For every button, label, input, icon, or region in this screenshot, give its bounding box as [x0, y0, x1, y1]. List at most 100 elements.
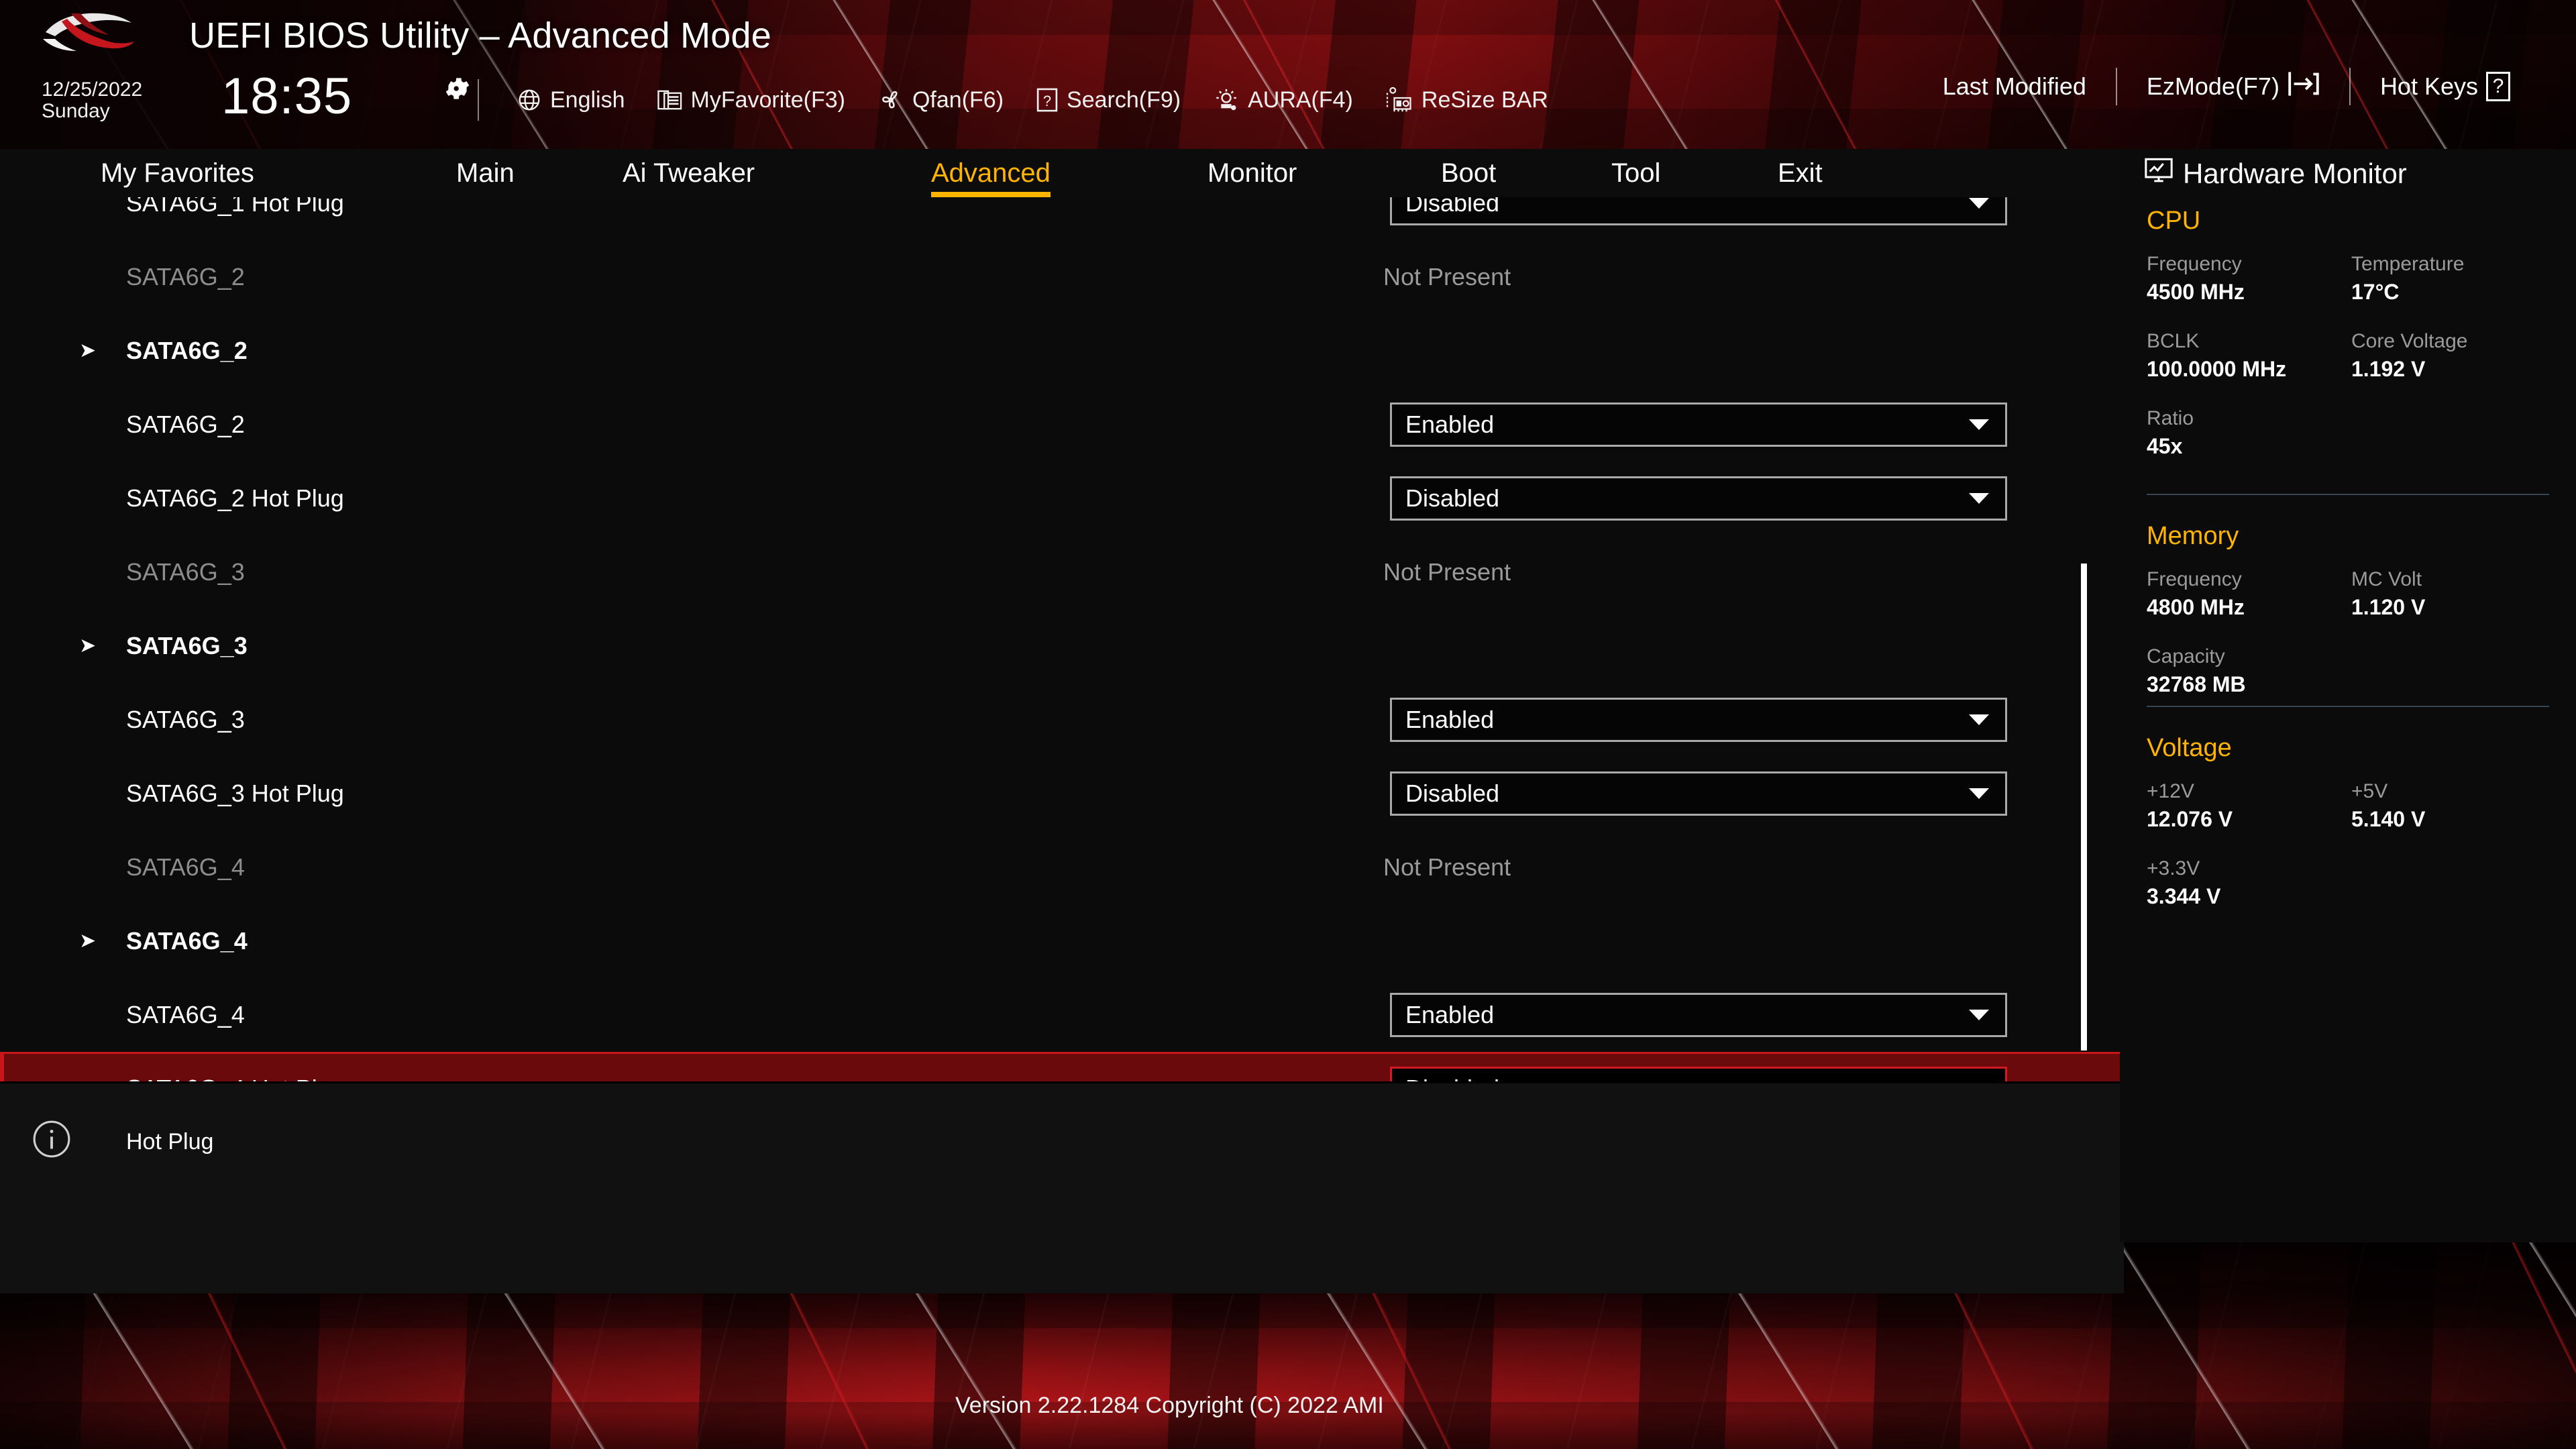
hm-item-memory-frequency: Frequency 4800 MHz [2147, 568, 2351, 620]
hm-divider-2 [2147, 706, 2549, 707]
table-row[interactable]: ➤SATA6G_2 [0, 314, 2120, 388]
row-status-value: Not Present [1383, 558, 1511, 586]
info-icon [31, 1118, 72, 1160]
dropdown-value: Enabled [1405, 1001, 1494, 1029]
table-row[interactable]: SATA6G_3Not Present [0, 535, 2120, 609]
hm-item-voltage-5v: +5V 5.140 V [2351, 780, 2556, 832]
tab-monitor[interactable]: Monitor [1208, 158, 1297, 195]
tool-language-label: English [550, 87, 625, 113]
dropdown-select[interactable]: Enabled [1390, 402, 2007, 447]
tab-exit[interactable]: Exit [1778, 158, 1823, 195]
gpu-card-icon [1385, 87, 1413, 113]
table-row[interactable]: ➤SATA6G_3 [0, 609, 2120, 683]
row-status-value: Not Present [1383, 853, 1511, 881]
hm-key: Capacity [2147, 645, 2556, 668]
table-row[interactable]: SATA6G_2Not Present [0, 240, 2120, 314]
chevron-down-icon [1969, 493, 1989, 504]
last-modified-label: Last Modified [1943, 72, 2086, 101]
tool-search[interactable]: ? Search(F9) [1036, 87, 1181, 113]
row-label: SATA6G_4 [126, 927, 248, 955]
question-box-icon: ? [1036, 87, 1059, 113]
tool-resizebar[interactable]: ReSize BAR [1385, 87, 1548, 113]
last-modified-button[interactable]: Last Modified [1913, 72, 2116, 101]
hm-item-cpu-bclk: BCLK 100.0000 MHz [2147, 330, 2351, 382]
weekday-value: Sunday [42, 101, 142, 122]
dropdown-value: Disabled [1405, 197, 1499, 217]
tool-qfan-label: Qfan(F6) [912, 87, 1004, 113]
footer-top-mask [0, 1242, 2124, 1293]
dropdown-select[interactable]: Disabled [1390, 476, 2007, 521]
hm-key: BCLK [2147, 330, 2351, 353]
tab-tool[interactable]: Tool [1611, 158, 1660, 195]
hm-divider-1 [2147, 494, 2549, 495]
hm-value: 1.192 V [2351, 357, 2556, 382]
hm-value: 45x [2147, 434, 2556, 459]
dropdown-select[interactable]: Disabled [1390, 197, 2007, 225]
tab-main[interactable]: Main [456, 158, 515, 195]
table-row[interactable]: SATA6G_2 Enabled [0, 388, 2120, 462]
bios-version: Version 2.22.1284 Copyright (C) 2022 AMI [955, 1393, 1384, 1419]
row-label: SATA6G_3 [126, 706, 245, 734]
scrollbar-thumb[interactable] [2081, 564, 2087, 1051]
hm-item-memory-mc-volt: MC Volt 1.120 V [2351, 568, 2556, 620]
settings-list: SATA6G_1 Hot PlugDisabledSATA6G_2Not Pre… [0, 197, 2120, 1081]
svg-text:?: ? [1043, 93, 1051, 109]
dropdown-value: Enabled [1405, 411, 1494, 439]
table-row[interactable]: SATA6G_3 Enabled [0, 683, 2120, 757]
table-row[interactable]: SATA6G_3 Hot PlugDisabled [0, 757, 2120, 830]
dropdown-select[interactable]: Enabled [1390, 698, 2007, 742]
hm-section-cpu: CPU Frequency 4500 MHz Temperature 17°C … [2147, 207, 2556, 484]
hm-item-voltage-33v: +3.3V 3.344 V [2147, 857, 2556, 909]
row-label: SATA6G_2 [126, 411, 245, 439]
tab-ai-tweaker[interactable]: Ai Tweaker [623, 158, 755, 195]
table-row[interactable]: SATA6G_1 Hot Plug Disabled [0, 197, 2120, 240]
tab-advanced[interactable]: Advanced [931, 158, 1051, 195]
date-value: 12/25/2022 [42, 79, 142, 101]
header-separator [478, 79, 479, 121]
chevron-right-icon: ➤ [79, 931, 96, 951]
table-row[interactable]: SATA6G_4Not Present [0, 830, 2120, 904]
hm-value: 4500 MHz [2147, 280, 2351, 305]
row-label: SATA6G_2 [126, 337, 248, 365]
chevron-down-icon [1969, 714, 1989, 725]
tool-aura[interactable]: AURA(F4) [1213, 87, 1353, 113]
hm-item-memory-capacity: Capacity 32768 MB [2147, 645, 2556, 697]
tool-qfan[interactable]: Qfan(F6) [877, 87, 1004, 113]
hm-section-voltage: Voltage +12V 12.076 V +5V 5.140 V +3.3V … [2147, 734, 2556, 934]
hotkeys-badge: ? [2486, 72, 2510, 101]
gear-icon[interactable] [443, 74, 472, 103]
ezmode-button[interactable]: EzMode(F7) [2117, 70, 2349, 103]
hm-key: Temperature [2351, 253, 2556, 276]
main-nav: My Favorites Main Ai Tweaker Advanced Mo… [0, 149, 2120, 197]
hm-key: Core Voltage [2351, 330, 2556, 353]
hm-heading-voltage: Voltage [2147, 734, 2556, 763]
hm-item-cpu-ratio: Ratio 45x [2147, 407, 2556, 459]
list-document-icon [657, 89, 683, 111]
hardware-monitor-title: Hardware Monitor [2144, 157, 2407, 191]
dropdown-value: Disabled [1405, 780, 1499, 808]
table-row[interactable]: ➤ SATA6G_4 [0, 904, 2120, 978]
help-text: Hot Plug [126, 1129, 213, 1155]
hotkeys-button[interactable]: Hot Keys ? [2351, 72, 2540, 101]
tool-language[interactable]: English [517, 87, 625, 113]
tab-boot[interactable]: Boot [1441, 158, 1496, 195]
fan-icon [877, 87, 904, 113]
dropdown-value: Enabled [1405, 706, 1494, 734]
table-row[interactable]: SATA6G_4Enabled [0, 978, 2120, 1052]
dropdown-select[interactable]: Disabled [1390, 1067, 2007, 1081]
dropdown-select[interactable]: Disabled [1390, 771, 2007, 816]
hm-value: 17°C [2351, 280, 2556, 305]
page-title: UEFI BIOS Utility – Advanced Mode [189, 15, 771, 56]
content-scrollbar[interactable] [2078, 197, 2090, 1081]
tool-search-label: Search(F9) [1067, 87, 1181, 113]
table-row[interactable]: SATA6G_4 Hot PlugDisabled [0, 1052, 2120, 1081]
hm-value: 32768 MB [2147, 672, 2556, 697]
dropdown-select[interactable]: Enabled [1390, 993, 2007, 1037]
row-label: SATA6G_1 Hot Plug [126, 197, 344, 217]
hm-heading-cpu: CPU [2147, 207, 2556, 235]
tab-my-favorites[interactable]: My Favorites [101, 158, 254, 195]
tool-myfavorite[interactable]: MyFavorite(F3) [657, 87, 845, 113]
hm-value: 5.140 V [2351, 807, 2556, 832]
table-row[interactable]: SATA6G_2 Hot Plug Disabled [0, 462, 2120, 535]
row-label: SATA6G_2 Hot Plug [126, 484, 344, 513]
